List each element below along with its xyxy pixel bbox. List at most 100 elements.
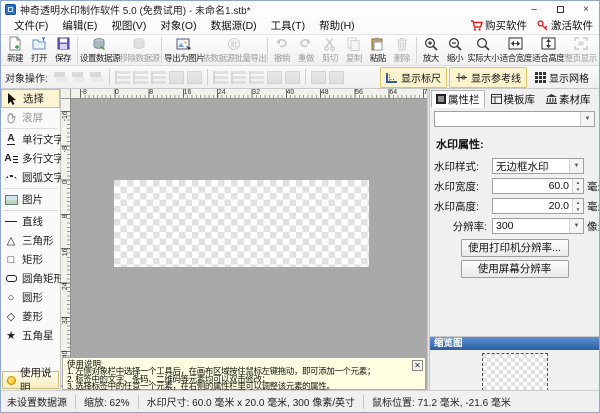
instruction-line: 3. 选择标签中的任意一个元素，在右侧的属性栏里可以调整该元素的属性。 [67,383,411,390]
dpi-label: 分辨率: [434,219,489,234]
spinner-up-icon[interactable]: ▲ [573,199,583,206]
spinner-up-icon[interactable]: ▲ [573,179,583,186]
chevron-down-icon: ▼ [580,112,594,126]
set-datasource-button[interactable]: 设置数据源 [80,35,120,65]
toolbar-separator [416,37,417,63]
zoom-out-button[interactable]: 缩小 [443,35,467,65]
menu-edit[interactable]: 编辑(E) [55,17,104,34]
tool-triangle[interactable]: △ 三角形 [1,231,60,250]
canvas-area: -8081624324048566472 -16-80816243240 使用说… [61,89,427,390]
watermark-canvas[interactable] [114,180,369,267]
redo-button[interactable]: 重做 [294,35,318,65]
tool-select[interactable]: 选择 [1,89,60,108]
export-image-button[interactable]: 导出为图片 [164,35,204,65]
instructions-close-button[interactable]: ✕ [412,360,423,371]
tab-templates[interactable]: 模板库 [486,90,541,108]
minimize-button[interactable]: – [521,1,547,17]
picture-icon [4,193,18,206]
fit-width-button[interactable]: 适合宽度 [499,35,532,65]
star-icon: ★ [4,329,18,342]
cut-button[interactable]: 剪切 [318,35,342,65]
same-scale-icon[interactable] [329,71,344,84]
batch-export-button[interactable]: 批 依数据源批量导出 [204,35,265,65]
dpi-combobox[interactable]: 300 ▼ [492,218,584,234]
tool-multi-line-text[interactable]: A 多行文字 [1,149,60,168]
element-selector-combobox[interactable]: ▼ [434,111,595,127]
align-right-icon[interactable] [151,71,166,84]
equal-width-icon[interactable] [267,71,282,84]
undo-button[interactable]: 撤销 [270,35,294,65]
align-top-icon[interactable] [213,71,228,84]
canvas-viewport[interactable] [71,99,427,390]
use-screen-dpi-button[interactable]: 使用屏幕分辨率 [461,260,569,278]
use-printer-dpi-button[interactable]: 使用打印机分辨率... [461,239,569,257]
menu-file[interactable]: 文件(F) [7,17,55,34]
remove-datasource-button[interactable]: 移除数据源 [120,35,160,65]
properties-tab-icon [436,94,446,104]
line-icon [4,215,18,228]
bring-to-front-icon[interactable] [53,71,68,84]
send-to-back-icon[interactable] [71,71,86,84]
remove-datasource-icon [132,36,147,51]
align-middle-icon[interactable] [231,71,246,84]
tool-single-line-text[interactable]: A 单行文字 [1,130,60,149]
thumbnail-header: 缩览图 [430,337,599,350]
distribute-vertical-icon[interactable] [285,71,300,84]
tab-properties[interactable]: 属性栏 [431,90,485,108]
fit-page-button[interactable]: 整页显示 [564,35,597,65]
same-size-icon[interactable] [311,71,326,84]
menu-datasource[interactable]: 数据源(D) [204,17,264,34]
show-grid-toggle[interactable]: 显示网格 [529,67,595,88]
save-icon [57,36,70,51]
status-separator [75,395,76,409]
tool-rect[interactable]: □ 矩形 [1,250,60,269]
close-button[interactable]: × [573,1,599,17]
style-combobox[interactable]: 无边框水印 ▼ [492,158,584,174]
new-button[interactable]: 新建 [3,35,27,65]
tool-line[interactable]: 直线 [1,212,60,231]
save-button[interactable]: 保存 [51,35,75,65]
diamond-icon: ◇ [4,310,18,323]
tool-arc-text[interactable]: 圆弧文字 [1,168,60,187]
tool-pan[interactable]: 滚屏 [1,108,60,127]
spinner-down-icon[interactable]: ▼ [573,186,583,193]
tool-rounded-rect[interactable]: 圆角矩形 [1,269,60,288]
align-left-icon[interactable] [115,71,130,84]
fit-height-button[interactable]: 适合高度 [532,35,565,65]
width-spinner[interactable]: ▲▼ [572,179,583,193]
tool-circle[interactable]: ○ 圆形 [1,288,60,307]
align-top-edge-icon[interactable] [169,71,184,84]
menu-object[interactable]: 对象(O) [153,17,203,34]
copy-button[interactable]: 复制 [342,35,366,65]
spinner-down-icon[interactable]: ▼ [573,206,583,213]
paste-button[interactable]: 粘贴 [366,35,390,65]
arc-text-icon [4,171,18,184]
show-ruler-toggle[interactable]: 显示标尺 [380,67,447,88]
buy-software-button[interactable]: 购买软件 [470,18,527,33]
height-input[interactable]: 20.0 ▲▼ [492,198,584,214]
merge-layer-icon[interactable] [89,71,104,84]
zoom-in-button[interactable]: 放大 [419,35,443,65]
align-bottom-icon[interactable] [249,71,264,84]
maximize-button[interactable] [547,1,573,17]
width-input[interactable]: 60.0 ▲▼ [492,178,584,194]
activate-software-button[interactable]: 激活软件 [537,18,593,33]
tool-star[interactable]: ★ 五角星 [1,326,60,345]
help-button[interactable]: 使用说明 [2,371,59,389]
delete-button[interactable]: 删除 [390,35,414,65]
tool-diamond[interactable]: ◇ 菱形 [1,307,60,326]
menu-view[interactable]: 视图(V) [104,17,153,34]
open-button[interactable]: 打开 [27,35,51,65]
menu-tools[interactable]: 工具(T) [264,17,312,34]
height-label: 水印高度: [434,199,489,214]
height-spinner[interactable]: ▲▼ [572,199,583,213]
menu-help[interactable]: 帮助(H) [312,17,362,34]
single-line-text-icon: A [4,133,18,146]
tab-materials[interactable]: 素材库 [541,90,596,108]
distribute-horizontal-icon[interactable] [187,71,202,84]
actual-size-button[interactable]: 实际大小 [467,35,500,65]
show-guides-toggle[interactable]: 显示参考线 [449,67,527,88]
tool-picture[interactable]: 图片 [1,190,60,209]
align-center-icon[interactable] [133,71,148,84]
menu-bar: 文件(F) 编辑(E) 视图(V) 对象(O) 数据源(D) 工具(T) 帮助(… [1,17,599,34]
